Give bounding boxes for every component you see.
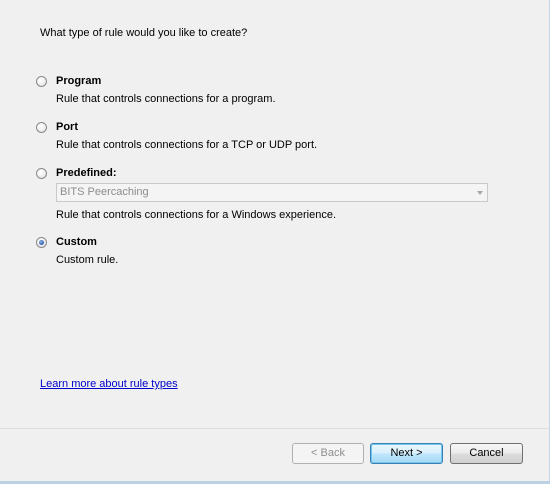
option-predefined-title[interactable]: Predefined: xyxy=(56,167,117,179)
predefined-radio[interactable] xyxy=(36,168,47,179)
predefined-select-value: BITS Peercaching xyxy=(60,186,149,198)
program-radio[interactable] xyxy=(36,76,47,87)
option-port-description: Rule that controls connections for a TCP… xyxy=(56,139,318,151)
question-label: What type of rule would you like to crea… xyxy=(40,27,248,39)
wizard-content: What type of rule would you like to crea… xyxy=(0,0,550,428)
next-button[interactable]: Next > xyxy=(370,443,443,464)
option-port-title[interactable]: Port xyxy=(56,121,78,133)
wizard-footer: < Back Next > Cancel xyxy=(0,428,550,484)
learn-more-link[interactable]: Learn more about rule types xyxy=(40,378,178,390)
option-custom-title[interactable]: Custom xyxy=(56,236,97,248)
chevron-down-icon xyxy=(477,191,483,195)
back-button[interactable]: < Back xyxy=(292,443,364,464)
predefined-select: BITS Peercaching xyxy=(56,183,488,202)
cancel-button[interactable]: Cancel xyxy=(450,443,523,464)
option-program-description: Rule that controls connections for a pro… xyxy=(56,93,276,105)
option-program-title[interactable]: Program xyxy=(56,75,101,87)
custom-radio[interactable] xyxy=(36,237,47,248)
port-radio[interactable] xyxy=(36,122,47,133)
option-predefined-description: Rule that controls connections for a Win… xyxy=(56,209,337,221)
option-custom-description: Custom rule. xyxy=(56,254,119,266)
